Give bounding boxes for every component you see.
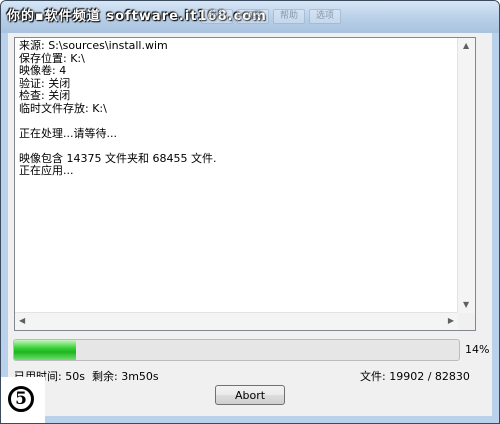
dialog-client-area: 来源: S:\sources\install.wim 保存位置: K:\ 映像卷: … <box>8 33 492 416</box>
abort-button[interactable]: Abort <box>215 385 285 405</box>
log-line: 来源: S:\sources\install.wim <box>19 39 168 52</box>
step-number: 5 <box>8 386 34 412</box>
progress-fill <box>14 340 77 360</box>
scrollbar-corner <box>458 313 475 330</box>
installer-window: 你的▪软件频道 software.it168.com 命令 工具 帮助 选项 来… <box>0 0 500 424</box>
log-text: 来源: S:\sources\install.wim 保存位置: K:\ 映像卷: … <box>19 39 457 312</box>
log-line: 保存位置: K:\ <box>19 51 85 65</box>
title-bar[interactable]: 你的▪软件频道 software.it168.com 命令 工具 帮助 选项 <box>1 1 499 33</box>
step-badge: 5 <box>1 377 45 423</box>
log-line: 验证: 关闭 <box>19 76 71 90</box>
log-textbox[interactable]: 来源: S:\sources\install.wim 保存位置: K:\ 映像卷: … <box>14 37 476 331</box>
log-line: 检查: 关闭 <box>19 89 71 102</box>
vertical-scrollbar[interactable]: ▲ ▼ <box>457 38 475 313</box>
background-menu-item: 帮助 <box>273 9 306 24</box>
scroll-up-icon[interactable]: ▲ <box>463 42 469 50</box>
log-line: 正在应用... <box>19 164 74 177</box>
log-line: 临时文件存放: K:\ <box>19 101 107 115</box>
log-line: 正在处理...请等待... <box>19 126 117 140</box>
progress-percent: 14% <box>465 343 490 356</box>
horizontal-scrollbar[interactable]: ◀ ▶ <box>15 312 458 330</box>
log-line: 映像卷: 4 <box>19 64 67 77</box>
background-menu: 命令 工具 帮助 选项 <box>201 9 342 24</box>
scroll-left-icon[interactable]: ◀ <box>19 317 25 325</box>
progress-bar <box>13 339 460 361</box>
remaining-time: 剩余: 3m50s <box>92 370 159 383</box>
background-menu-item: 工具 <box>237 9 270 24</box>
scroll-down-icon[interactable]: ▼ <box>463 301 469 309</box>
log-line: 映像包含 14375 文件夹和 68455 文件. <box>19 151 217 165</box>
scroll-right-icon[interactable]: ▶ <box>448 317 454 325</box>
background-menu-item: 选项 <box>309 9 342 24</box>
file-count: 文件: 19902 / 82830 <box>360 370 470 383</box>
background-menu-item: 命令 <box>201 9 234 24</box>
